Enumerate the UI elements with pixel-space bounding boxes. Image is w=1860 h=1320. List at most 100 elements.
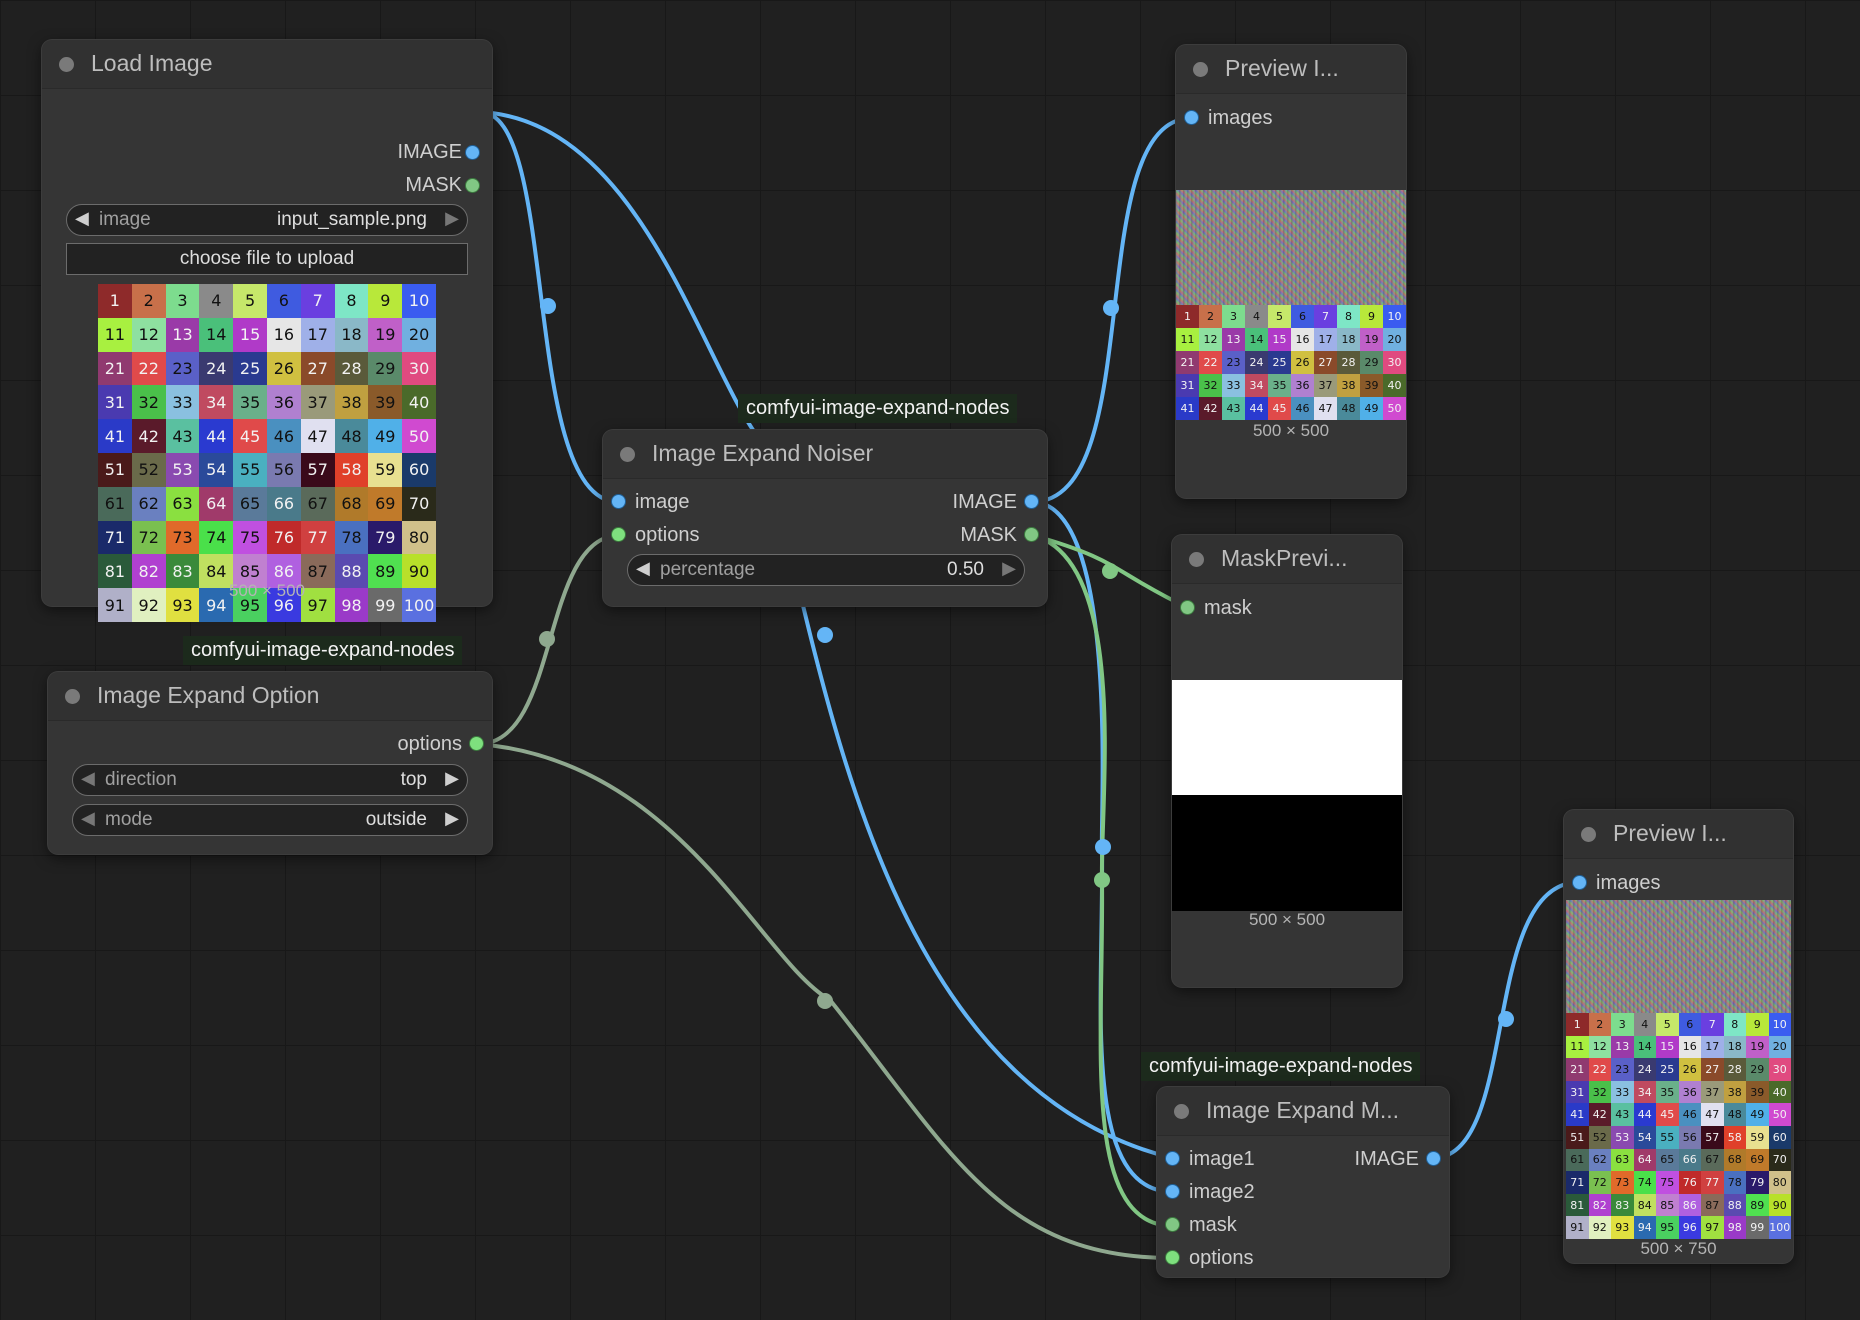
- input-slot-image2[interactable]: [1166, 1185, 1179, 1198]
- image-expand-merge-node[interactable]: Image Expand M... image1 image2 mask opt…: [1157, 1087, 1449, 1277]
- mode-combo-widget[interactable]: ◀ mode outside ▶: [72, 804, 468, 836]
- image-combo-widget[interactable]: ◀ image input_sample.png ▶: [66, 204, 468, 236]
- output-slot-image[interactable]: [1427, 1152, 1440, 1165]
- collapse-dot-icon[interactable]: [1189, 552, 1204, 567]
- collapse-dot-icon[interactable]: [1581, 827, 1596, 842]
- group-tag: comfyui-image-expand-nodes: [1141, 1052, 1421, 1081]
- grid-cell: 49: [1360, 397, 1383, 420]
- collapse-dot-icon[interactable]: [1193, 62, 1208, 77]
- grid-cell: 66: [1678, 1148, 1701, 1172]
- input-slot-images[interactable]: [1573, 876, 1586, 889]
- direction-combo-widget[interactable]: ◀ direction top ▶: [72, 764, 468, 796]
- left-arrow-icon[interactable]: ◀: [636, 558, 650, 579]
- image-expand-option-node[interactable]: Image Expand Option options ◀ direction …: [48, 672, 492, 854]
- preview-image-node[interactable]: Preview I... images 1 2 3 4 5 6 7 8 9 10 11 12 13 14 1…: [1176, 45, 1406, 498]
- grid-cell: 79: [1746, 1171, 1769, 1194]
- image-size-label: 500 × 500: [228, 581, 306, 600]
- grid-cell: 54: [1633, 1126, 1656, 1149]
- input-slot-mask[interactable]: [1181, 601, 1194, 614]
- node-header[interactable]: MaskPrevi...: [1172, 535, 1402, 584]
- output-label-mask: MASK: [960, 524, 1017, 546]
- grid-cell: 45: [233, 419, 267, 453]
- grid-cell: 23: [1611, 1058, 1634, 1081]
- collapse-dot-icon[interactable]: [59, 57, 74, 72]
- input-slot-images[interactable]: [1185, 111, 1198, 124]
- output-label-image: IMAGE: [1354, 1148, 1419, 1170]
- grid-cell: 28: [1337, 351, 1360, 374]
- grid-cell: 1: [98, 284, 132, 318]
- upload-button[interactable]: choose file to upload: [66, 243, 468, 275]
- grid-cell: 47: [300, 419, 335, 453]
- output-slot-image[interactable]: [466, 146, 479, 159]
- node-header[interactable]: Load Image: [42, 40, 492, 89]
- grid-cell: 6: [1291, 305, 1314, 328]
- output-slot-image[interactable]: [1025, 495, 1038, 508]
- output-slot-mask[interactable]: [466, 179, 479, 192]
- output-slot-mask[interactable]: [1025, 528, 1038, 541]
- wire-option-to-noiser: [477, 533, 619, 746]
- collapse-dot-icon[interactable]: [65, 689, 80, 704]
- grid-cell: 13: [1222, 328, 1245, 351]
- grid-cell: 85: [1656, 1193, 1679, 1217]
- grid-cell: 42: [1199, 397, 1222, 420]
- collapse-dot-icon[interactable]: [1174, 1104, 1189, 1119]
- grid-cell: 83: [1611, 1193, 1634, 1217]
- grid-cell: 26: [1291, 351, 1314, 374]
- grid-cell: 23: [165, 351, 200, 386]
- input-slot-image1[interactable]: [1166, 1152, 1179, 1165]
- grid-cell: 40: [1383, 374, 1406, 397]
- reroute-dot: [1095, 839, 1111, 855]
- node-header[interactable]: Preview I...: [1176, 45, 1406, 94]
- right-arrow-icon[interactable]: ▶: [445, 808, 459, 829]
- right-arrow-icon[interactable]: ▶: [1002, 558, 1016, 579]
- percentage-number-widget[interactable]: ◀ percentage 0.50 ▶: [627, 554, 1025, 586]
- wire-load-image-to-merge: [479, 110, 1173, 1160]
- node-header[interactable]: Image Expand Noiser: [603, 430, 1047, 479]
- grid-cell: 59: [368, 452, 403, 487]
- grid-cell: 56: [1678, 1126, 1701, 1149]
- left-arrow-icon[interactable]: ◀: [81, 768, 95, 789]
- grid-cell: 43: [1611, 1103, 1634, 1126]
- grid-cell: 15: [1656, 1035, 1679, 1059]
- node-header[interactable]: Preview I...: [1564, 810, 1793, 859]
- image-expand-noiser-node[interactable]: Image Expand Noiser image options IMAGE …: [603, 430, 1047, 606]
- grid-cell: 27: [1701, 1058, 1724, 1081]
- grid-cell: 95: [1656, 1216, 1679, 1239]
- wire-noiser-mask-to-merge: [1031, 533, 1173, 1228]
- input-label-options: options: [1189, 1247, 1254, 1269]
- widget-label: direction: [105, 769, 177, 790]
- load-image-node[interactable]: Load Image IMAGE MASK ◀ image input_samp…: [42, 40, 492, 622]
- grid-cell: 81: [1566, 1193, 1589, 1217]
- grid-cell: 59: [1746, 1126, 1769, 1149]
- input-slot-image[interactable]: [612, 495, 625, 508]
- grid-cell: 67: [1701, 1148, 1724, 1172]
- grid-cell: 45: [1268, 397, 1291, 420]
- grid-cell: 6: [1678, 1013, 1701, 1036]
- input-slot-mask[interactable]: [1166, 1218, 1179, 1231]
- grid-cell: 44: [199, 419, 234, 453]
- grid-cell: 4: [1245, 305, 1268, 328]
- preview-image-node[interactable]: Preview I... images 1 2 3 4 5 6 7 8 9 10 11 12 13 14 1…: [1564, 810, 1793, 1263]
- grid-cell: 63: [165, 486, 200, 521]
- grid-cell: 14: [199, 317, 234, 352]
- collapse-dot-icon[interactable]: [620, 447, 635, 462]
- mask-preview-node[interactable]: MaskPrevi... mask 500 × 500: [1172, 535, 1402, 987]
- grid-cell: 7: [1314, 305, 1337, 328]
- grid-cell: 41: [98, 419, 132, 453]
- image-size-label: 500 × 750: [1640, 1239, 1717, 1258]
- input-slot-options[interactable]: [1166, 1251, 1179, 1264]
- grid-cell: 52: [131, 452, 166, 487]
- reroute-dot: [1094, 872, 1110, 888]
- input-slot-options[interactable]: [612, 528, 625, 541]
- left-arrow-icon[interactable]: ◀: [81, 808, 95, 829]
- node-header[interactable]: Image Expand Option: [48, 672, 492, 721]
- output-slot-options[interactable]: [470, 737, 483, 750]
- right-arrow-icon[interactable]: ▶: [445, 208, 459, 229]
- grid-cell: 34: [1245, 374, 1268, 397]
- grid-cell: 13: [165, 317, 200, 352]
- grid-cell: 9: [368, 284, 403, 318]
- left-arrow-icon[interactable]: ◀: [75, 208, 89, 229]
- node-header[interactable]: Image Expand M...: [1157, 1087, 1449, 1136]
- right-arrow-icon[interactable]: ▶: [445, 768, 459, 789]
- grid-cell: 17: [300, 317, 335, 352]
